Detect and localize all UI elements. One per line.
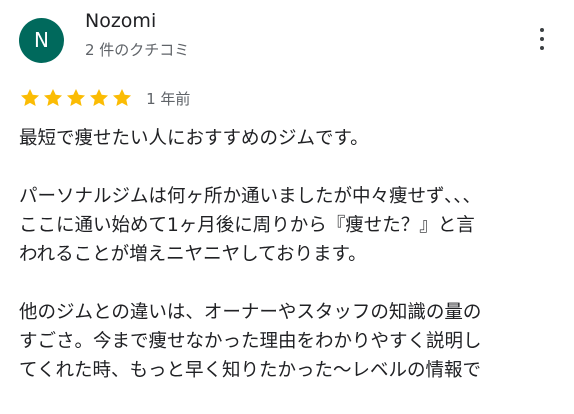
review-line: ここに通い始めて1ヶ月後に周りから『痩せた？』と言 xyxy=(19,215,475,236)
star-icon xyxy=(111,87,133,109)
rating-row: 1 年前 xyxy=(19,87,190,113)
review-line: てくれた時、もっと早く知りたかった〜レベルの情報で xyxy=(19,360,481,381)
review-line: 最短で痩せたい人におすすめのジムです。 xyxy=(19,128,369,149)
review-text: 最短で痩せたい人におすすめのジムです。 パーソナルジムは何ヶ所か通いましたが中々… xyxy=(19,124,559,414)
review-line: パーソナルジムは何ヶ所か通いましたが中々痩せず､､､ xyxy=(19,186,473,207)
review-line: すごさ。今まで痩せなかった理由をわかりやすく説明し xyxy=(19,331,482,352)
star-rating xyxy=(19,87,134,109)
avatar[interactable]: N xyxy=(19,18,64,63)
review-count: 2 件のクチコミ xyxy=(85,41,190,59)
author-name[interactable]: Nozomi xyxy=(85,10,156,32)
review-line: 他のジムとの違いは、オーナーやスタッフの知識の量の xyxy=(19,302,482,323)
star-icon xyxy=(42,87,64,109)
review-line: われることが増えニヤニヤしております。 xyxy=(19,244,367,265)
star-icon xyxy=(65,87,87,109)
star-icon xyxy=(88,87,110,109)
avatar-initial: N xyxy=(34,28,49,52)
more-vert-icon[interactable] xyxy=(533,27,551,53)
review-paragraph: 他のジムとの違いは、オーナーやスタッフの知識の量の すごさ。今まで痩せなかった理… xyxy=(19,298,559,385)
star-icon xyxy=(19,87,41,109)
review-paragraph: パーソナルジムは何ヶ所か通いましたが中々痩せず､､､ ここに通い始めて1ヶ月後に… xyxy=(19,182,559,269)
review-date: 1 年前 xyxy=(146,89,191,108)
review-paragraph: 最短で痩せたい人におすすめのジムです。 xyxy=(19,124,559,153)
review-header: N Nozomi 2 件のクチコミ xyxy=(19,10,574,63)
